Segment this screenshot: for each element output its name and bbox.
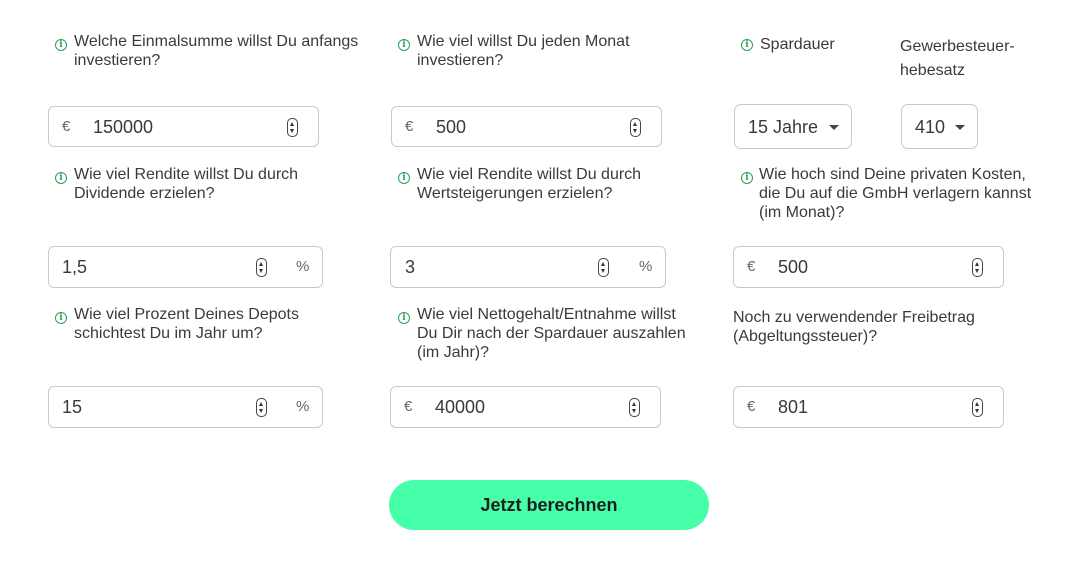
nettogehalt-label: Wie viel Nettogehalt/Entnahme willst Du … xyxy=(417,306,686,361)
umschichtung-label: Wie viel Prozent Deines Depots schichtes… xyxy=(74,306,299,342)
info-icon[interactable]: i xyxy=(398,39,410,51)
euro-symbol: € xyxy=(404,398,413,415)
monatlich-field[interactable]: € 500 xyxy=(391,106,662,147)
hebesatz-value: 410 xyxy=(915,117,946,137)
freibetrag-label: Noch zu verwendender Freibetrag (Abgeltu… xyxy=(733,309,975,345)
private-kosten-field[interactable]: € 500 xyxy=(733,246,1004,288)
nettogehalt-value[interactable]: 40000 xyxy=(435,397,485,418)
info-icon[interactable]: i xyxy=(55,172,67,184)
stepper-icon[interactable] xyxy=(630,118,641,137)
nettogehalt-field[interactable]: € 40000 xyxy=(390,386,661,428)
stepper-icon[interactable] xyxy=(287,118,298,137)
percent-symbol: % xyxy=(639,258,653,275)
dividende-value[interactable]: 1,5 xyxy=(62,257,87,278)
monatlich-value[interactable]: 500 xyxy=(436,117,466,138)
percent-symbol: % xyxy=(296,398,310,415)
wertsteigerung-value[interactable]: 3 xyxy=(405,257,415,278)
info-icon[interactable]: i xyxy=(55,39,67,51)
chevron-down-icon xyxy=(829,125,839,130)
umschichtung-value[interactable]: 15 xyxy=(62,397,82,418)
info-icon[interactable]: i xyxy=(55,312,67,324)
private-kosten-value[interactable]: 500 xyxy=(778,257,808,278)
freibetrag-field[interactable]: € 801 xyxy=(733,386,1004,428)
stepper-icon[interactable] xyxy=(256,258,267,277)
spardauer-select[interactable]: 15 Jahre xyxy=(734,104,852,149)
stepper-icon[interactable] xyxy=(972,398,983,417)
wertsteigerung-label: Wie viel Rendite willst Du durch Wertste… xyxy=(417,166,642,202)
info-icon[interactable]: i xyxy=(741,39,753,51)
umschichtung-field[interactable]: 15 % xyxy=(48,386,323,428)
calculate-button[interactable]: Jetzt berechnen xyxy=(389,480,709,530)
euro-symbol: € xyxy=(405,118,414,135)
freibetrag-value[interactable]: 801 xyxy=(778,397,808,418)
info-icon[interactable]: i xyxy=(398,312,410,324)
chevron-down-icon xyxy=(955,125,965,130)
einmalsumme-label: Welche Einmalsumme willst Du anfangs inv… xyxy=(74,33,359,69)
private-kosten-label: Wie hoch sind Deine privaten Kosten, die… xyxy=(759,166,1032,221)
stepper-icon[interactable] xyxy=(598,258,609,277)
euro-symbol: € xyxy=(747,398,756,415)
info-icon[interactable]: i xyxy=(398,172,410,184)
euro-symbol: € xyxy=(62,118,71,135)
einmalsumme-value[interactable]: 150000 xyxy=(93,117,153,138)
info-icon[interactable]: i xyxy=(741,172,753,184)
hebesatz-label: Gewerbesteuer-hebesatz xyxy=(900,38,1015,79)
monatlich-label: Wie viel willst Du jeden Monat investier… xyxy=(417,33,630,69)
einmalsumme-field[interactable]: € 150000 xyxy=(48,106,319,147)
hebesatz-select[interactable]: 410 xyxy=(901,104,978,149)
percent-symbol: % xyxy=(296,258,310,275)
stepper-icon[interactable] xyxy=(972,258,983,277)
wertsteigerung-field[interactable]: 3 % xyxy=(390,246,666,288)
stepper-icon[interactable] xyxy=(629,398,640,417)
calculate-button-label: Jetzt berechnen xyxy=(480,495,618,515)
spardauer-label: Spardauer xyxy=(760,36,835,53)
euro-symbol: € xyxy=(747,258,756,275)
dividende-field[interactable]: 1,5 % xyxy=(48,246,323,288)
spardauer-value: 15 Jahre xyxy=(748,117,819,137)
stepper-icon[interactable] xyxy=(256,398,267,417)
dividende-label: Wie viel Rendite willst Du durch Dividen… xyxy=(74,166,299,202)
